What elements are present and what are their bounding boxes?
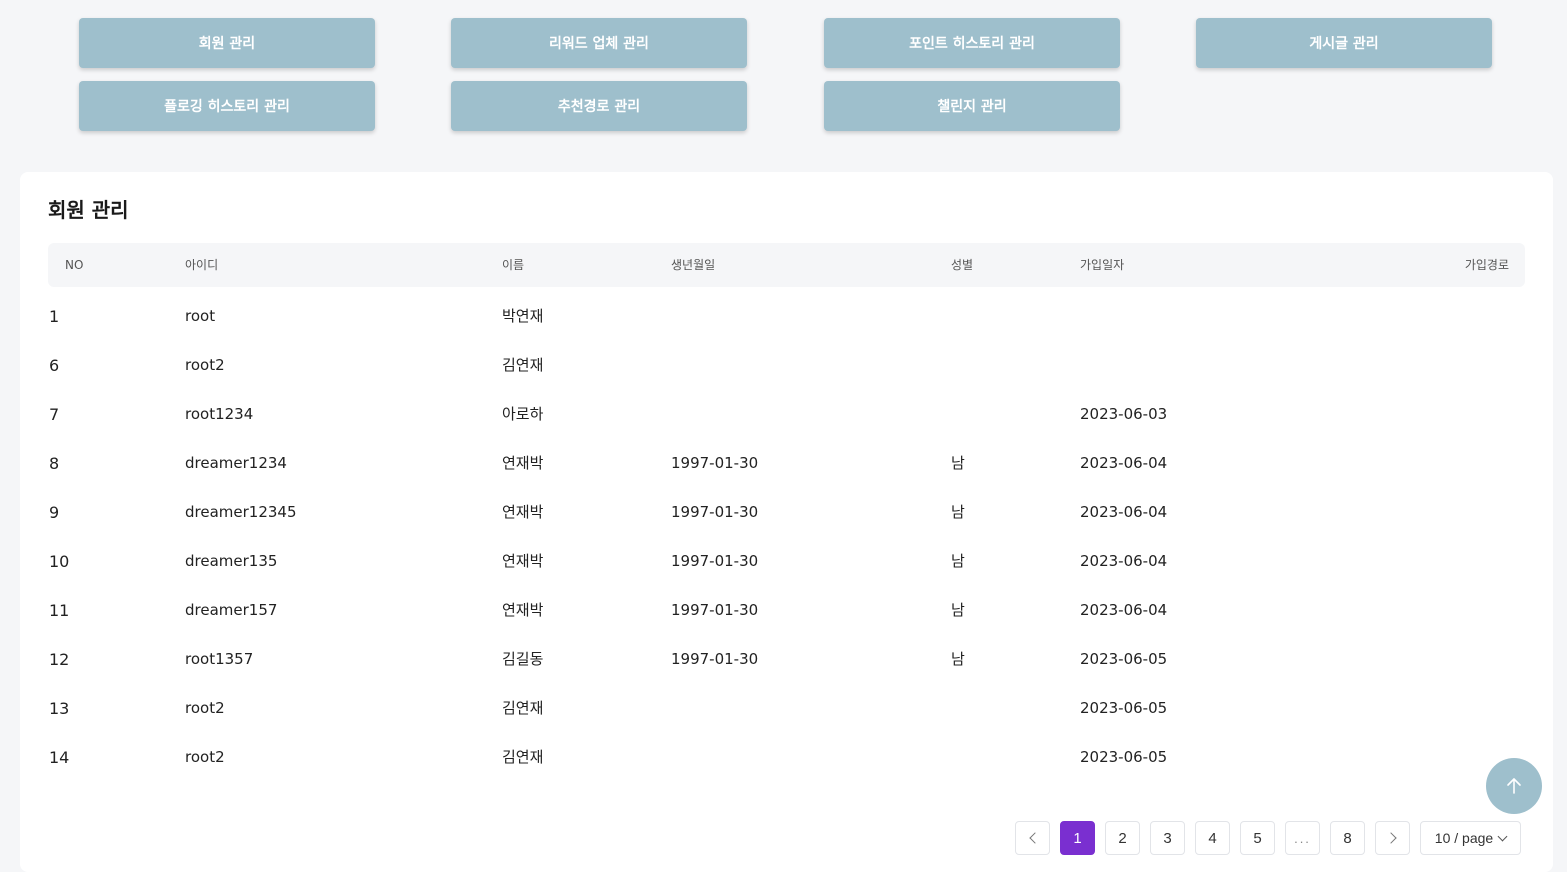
cell-id: root (185, 307, 216, 325)
table-row[interactable]: 11 dreamer157 연재박 1997-01-30 남 2023-06-0… (48, 586, 1525, 635)
cell-name: 김연재 (502, 699, 544, 717)
cell-gender: 남 (951, 454, 965, 472)
prev-page-button[interactable] (1015, 821, 1050, 855)
cell-id: dreamer157 (185, 601, 278, 619)
admin-nav: 회원 관리 리워드 업체 관리 포인트 히스토리 관리 게시글 관리 플로깅 히… (0, 0, 1567, 160)
cell-name: 박연재 (502, 307, 544, 325)
arrow-up-icon (1507, 778, 1521, 794)
cell-gender: 남 (951, 503, 965, 521)
cell-name: 김연재 (502, 356, 544, 374)
cell-join-date: 2023-06-05 (1080, 650, 1168, 668)
nav-button-plogging-history[interactable]: 플로깅 히스토리 관리 (79, 81, 375, 131)
cell-id: dreamer1234 (185, 454, 287, 472)
page-button-5[interactable]: 5 (1240, 821, 1275, 855)
page-size-label: 10 / page (1434, 830, 1494, 846)
nav-button-posts[interactable]: 게시글 관리 (1196, 18, 1492, 68)
chevron-left-icon (1028, 832, 1041, 844)
cell-no: 11 (49, 601, 70, 620)
cell-name: 연재박 (502, 601, 544, 619)
cell-no: 7 (49, 405, 60, 424)
cell-no: 12 (49, 650, 70, 669)
column-header-id[interactable]: 아이디 (185, 243, 218, 287)
pagination: 1 2 3 4 5 ... 8 10 / page (1015, 821, 1521, 855)
cell-gender: 남 (951, 552, 965, 570)
cell-join-date: 2023-06-05 (1080, 748, 1168, 766)
page-button-2[interactable]: 2 (1105, 821, 1140, 855)
nav-button-point-history[interactable]: 포인트 히스토리 관리 (824, 18, 1120, 68)
cell-no: 6 (49, 356, 60, 375)
cell-join-date: 2023-06-04 (1080, 454, 1168, 472)
page-title: 회원 관리 (48, 198, 129, 222)
column-header-birthdate[interactable]: 생년월일 (671, 243, 715, 287)
cell-gender: 남 (951, 650, 965, 668)
column-header-join-date[interactable]: 가입일자 (1080, 243, 1124, 287)
cell-birthdate: 1997-01-30 (671, 601, 759, 619)
table-header: NO 아이디 이름 생년월일 성별 가입일자 가입경로 (48, 243, 1525, 287)
table-row[interactable]: 6 root2 김연재 (48, 341, 1525, 390)
cell-no: 8 (49, 454, 60, 473)
cell-name: 연재박 (502, 454, 544, 472)
cell-id: root1234 (185, 405, 254, 423)
cell-no: 9 (49, 503, 60, 522)
table-row[interactable]: 9 dreamer12345 연재박 1997-01-30 남 2023-06-… (48, 488, 1525, 537)
table-body: 1 root 박연재 6 root2 김연재 7 root1234 아로하 20… (48, 292, 1525, 782)
cell-id: root2 (185, 748, 225, 766)
page-button-3[interactable]: 3 (1150, 821, 1185, 855)
table-row[interactable]: 12 root1357 김길동 1997-01-30 남 2023-06-05 (48, 635, 1525, 684)
column-header-join-route[interactable]: 가입경로 (1465, 243, 1509, 287)
table-row[interactable]: 14 root2 김연재 2023-06-05 (48, 733, 1525, 782)
page-button-last[interactable]: 8 (1330, 821, 1365, 855)
cell-join-date: 2023-06-03 (1080, 405, 1168, 423)
table-row[interactable]: 13 root2 김연재 2023-06-05 (48, 684, 1525, 733)
cell-no: 13 (49, 699, 70, 718)
table-row[interactable]: 7 root1234 아로하 2023-06-03 (48, 390, 1525, 439)
next-page-button[interactable] (1375, 821, 1410, 855)
cell-birthdate: 1997-01-30 (671, 503, 759, 521)
cell-birthdate: 1997-01-30 (671, 650, 759, 668)
cell-name: 김길동 (502, 650, 544, 668)
cell-gender: 남 (951, 601, 965, 619)
column-header-gender[interactable]: 성별 (951, 243, 973, 287)
cell-id: root2 (185, 356, 225, 374)
column-header-name[interactable]: 이름 (502, 243, 524, 287)
nav-button-member[interactable]: 회원 관리 (79, 18, 375, 68)
page-button-1[interactable]: 1 (1060, 821, 1095, 855)
nav-button-recommended-route[interactable]: 추천경로 관리 (451, 81, 747, 131)
cell-birthdate: 1997-01-30 (671, 454, 759, 472)
cell-no: 1 (49, 307, 60, 326)
page-size-select[interactable]: 10 / page (1420, 821, 1521, 855)
table-row[interactable]: 10 dreamer135 연재박 1997-01-30 남 2023-06-0… (48, 537, 1525, 586)
chevron-down-icon (1497, 831, 1508, 841)
cell-id: dreamer12345 (185, 503, 297, 521)
column-header-no[interactable]: NO (65, 243, 83, 287)
nav-button-challenge[interactable]: 챌린지 관리 (824, 81, 1120, 131)
chevron-right-icon (1384, 832, 1397, 844)
cell-name: 아로하 (502, 405, 544, 423)
cell-join-date: 2023-06-04 (1080, 601, 1168, 619)
cell-id: dreamer135 (185, 552, 278, 570)
cell-birthdate: 1997-01-30 (671, 552, 759, 570)
page-button-4[interactable]: 4 (1195, 821, 1230, 855)
cell-name: 연재박 (502, 503, 544, 521)
cell-join-date: 2023-06-04 (1080, 503, 1168, 521)
cell-join-date: 2023-06-04 (1080, 552, 1168, 570)
cell-name: 연재박 (502, 552, 544, 570)
scroll-to-top-button[interactable] (1486, 758, 1542, 814)
page-ellipsis-button[interactable]: ... (1285, 821, 1320, 855)
cell-id: root1357 (185, 650, 254, 668)
cell-no: 14 (49, 748, 70, 767)
cell-name: 김연재 (502, 748, 544, 766)
table-row[interactable]: 1 root 박연재 (48, 292, 1525, 341)
cell-id: root2 (185, 699, 225, 717)
cell-join-date: 2023-06-05 (1080, 699, 1168, 717)
table-row[interactable]: 8 dreamer1234 연재박 1997-01-30 남 2023-06-0… (48, 439, 1525, 488)
cell-no: 10 (49, 552, 70, 571)
nav-button-reward-vendor[interactable]: 리워드 업체 관리 (451, 18, 747, 68)
member-management-card: 회원 관리 NO 아이디 이름 생년월일 성별 가입일자 가입경로 1 root… (20, 172, 1553, 872)
